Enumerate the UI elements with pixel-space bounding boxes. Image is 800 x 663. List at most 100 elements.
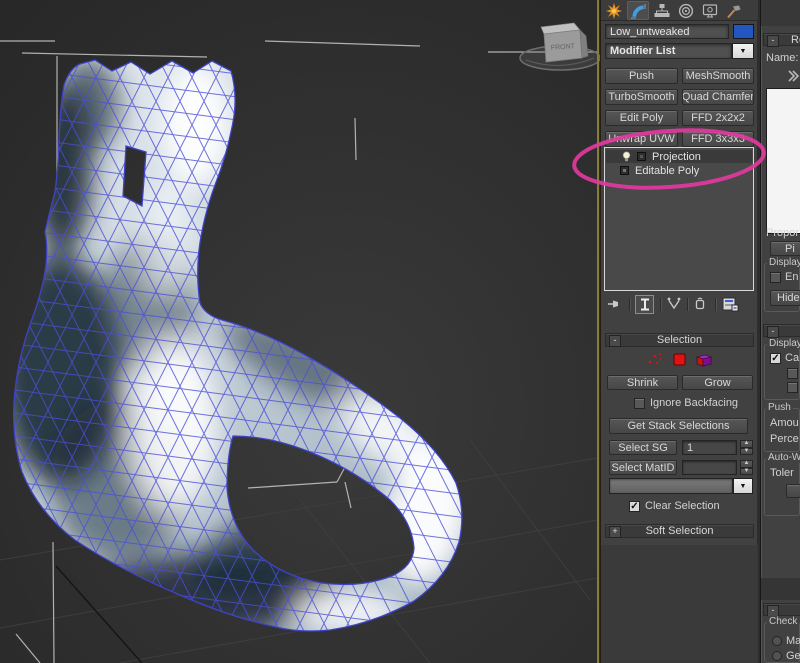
selection-check-rollout-header[interactable]: - S — [763, 603, 800, 617]
ignore-backfacing-label: Ignore Backfacing — [650, 397, 739, 409]
make-unique-icon[interactable] — [666, 296, 682, 312]
stack-item-label: Editable Poly — [635, 164, 700, 177]
show-end-result-icon[interactable] — [635, 294, 654, 314]
command-panel-tabbar — [601, 0, 758, 21]
collapse-minus-icon[interactable]: - — [609, 335, 621, 347]
name-label: Name: — [766, 52, 799, 64]
tab-display[interactable] — [699, 1, 721, 20]
reference-geometry-rollout-header[interactable]: - Re — [763, 33, 800, 47]
named-selection-dropdown[interactable] — [609, 478, 733, 494]
clear-selection-label: Clear Selection — [645, 500, 720, 512]
utilities-hammer-icon — [727, 4, 741, 18]
select-matid-button[interactable]: Select MatID — [609, 460, 677, 475]
side-panel-column: - Re Name: Propor Pi Display En Hide - D… — [760, 0, 800, 663]
stack-item-label: Projection — [652, 150, 701, 163]
tab-modify[interactable] — [627, 1, 649, 20]
modifier-button-push[interactable]: Push — [605, 68, 678, 84]
configure-modifier-sets-icon[interactable] — [722, 296, 739, 312]
tab-motion[interactable] — [675, 1, 697, 20]
pick-arrow-icon[interactable] — [787, 69, 799, 83]
modifier-button-turbosmooth[interactable]: TurboSmooth — [605, 89, 678, 105]
select-sg-button[interactable]: Select SG — [609, 440, 677, 455]
radio-option-1[interactable] — [772, 636, 782, 646]
subobject-level-icons — [647, 351, 727, 367]
collapse-minus-icon[interactable]: - — [767, 35, 779, 47]
proportions-label: Propor — [766, 227, 800, 239]
modify-arc-icon — [631, 3, 646, 18]
modifier-button-ffd2x2x2[interactable]: FFD 2x2x2 — [682, 110, 754, 126]
select-matid-value-field[interactable] — [682, 460, 737, 475]
amount-label: Amou — [770, 417, 799, 429]
display-monitor-icon — [702, 3, 718, 17]
object-color-swatch[interactable] — [733, 24, 754, 39]
tab-hierarchy[interactable] — [651, 1, 673, 20]
lightbulb-icon[interactable] — [621, 150, 632, 163]
rollout-gap — [761, 578, 800, 600]
radio-option-2[interactable] — [772, 651, 782, 661]
extra-checkbox[interactable] — [787, 382, 798, 393]
pin-stack-icon[interactable] — [607, 296, 623, 312]
percent-label: Perce — [770, 433, 799, 445]
named-selection-arrow[interactable]: ▼ — [733, 478, 753, 494]
vertex-icon[interactable] — [647, 352, 664, 366]
cage-rollout-header[interactable]: - — [763, 324, 800, 338]
soft-selection-rollout-header[interactable]: + Soft Selection — [605, 524, 754, 538]
cage-display-group-label: Display — [767, 338, 800, 349]
modifier-list-arrow[interactable]: ▼ — [732, 43, 754, 59]
modifier-button-quadchamfer[interactable]: Quad Chamfer — [682, 89, 754, 105]
shaded-checkbox[interactable] — [787, 368, 798, 379]
cage-checkbox[interactable]: ✓ — [770, 353, 781, 364]
modifier-box-icon — [620, 166, 629, 175]
display-group-label: Display — [767, 257, 800, 268]
hide-button[interactable]: Hide — [770, 290, 800, 306]
autowrap-small-button[interactable] — [786, 484, 800, 498]
face-icon[interactable] — [673, 353, 686, 366]
modifier-stack-list[interactable]: Projection Editable Poly — [604, 147, 754, 291]
clear-selection-checkbox[interactable]: ✓ — [629, 501, 640, 512]
remove-modifier-icon[interactable] — [692, 296, 708, 312]
radio-option-2-label: Ge — [786, 650, 800, 662]
element-icon[interactable] — [695, 352, 713, 367]
check-group-label: Check — [767, 616, 800, 627]
object-name-field[interactable]: Low_untweaked — [605, 24, 729, 39]
modifier-list-dropdown[interactable]: Modifier List — [605, 43, 732, 59]
select-sg-value-field[interactable]: 1 — [682, 440, 737, 455]
select-sg-spinner[interactable]: ▲ ▼ — [740, 440, 753, 455]
side-panel-top-strip — [761, 0, 800, 26]
selection-rollout-title: Selection — [656, 334, 703, 346]
ignore-backfacing-checkbox[interactable] — [634, 398, 645, 409]
get-stack-selections-button[interactable]: Get Stack Selections — [609, 418, 748, 434]
selection-rollout-header[interactable]: - Selection — [605, 333, 754, 347]
tab-utilities[interactable] — [723, 1, 745, 20]
collapse-minus-icon[interactable]: - — [767, 326, 779, 338]
expand-plus-icon[interactable]: + — [609, 526, 621, 538]
tab-create[interactable] — [603, 1, 625, 20]
autowrap-group-label: Auto-W — [766, 452, 800, 463]
modifier-button-meshsmooth[interactable]: MeshSmooth — [682, 68, 754, 84]
push-groupbox — [764, 408, 800, 452]
select-matid-spinner[interactable]: ▲ ▼ — [740, 460, 753, 475]
stack-item-projection[interactable]: Projection — [606, 150, 752, 163]
cage-label: Ca — [785, 352, 800, 364]
tolerance-label: Toler — [770, 467, 794, 479]
rollout-title-fragment: Re — [791, 33, 800, 46]
modifier-button-ffd3x3x3[interactable]: FFD 3x3x3 — [682, 131, 754, 147]
stack-item-editable-poly[interactable]: Editable Poly — [606, 164, 752, 177]
command-panel: Low_untweaked Modifier List ▼ Push MeshS… — [600, 0, 758, 663]
shrink-button[interactable]: Shrink — [607, 375, 678, 390]
hierarchy-icon — [654, 3, 670, 17]
stack-toolbar — [604, 294, 754, 314]
modifier-box-icon — [637, 152, 646, 161]
create-starburst-icon — [606, 2, 622, 19]
reference-geometry-list[interactable] — [766, 88, 800, 234]
modifier-button-unwrapuvw[interactable]: Unwrap UVW — [605, 131, 678, 147]
grow-button[interactable]: Grow — [682, 375, 753, 390]
pick-button[interactable]: Pi — [770, 241, 800, 256]
push-group-label: Push — [766, 402, 793, 413]
modifier-button-editpoly[interactable]: Edit Poly — [605, 110, 678, 126]
panel-empty-area — [601, 545, 758, 663]
radio-option-1-label: Ma — [786, 635, 800, 647]
enable-checkbox[interactable] — [770, 272, 781, 283]
active-viewport-border — [597, 0, 599, 663]
soft-selection-title: Soft Selection — [645, 525, 714, 537]
